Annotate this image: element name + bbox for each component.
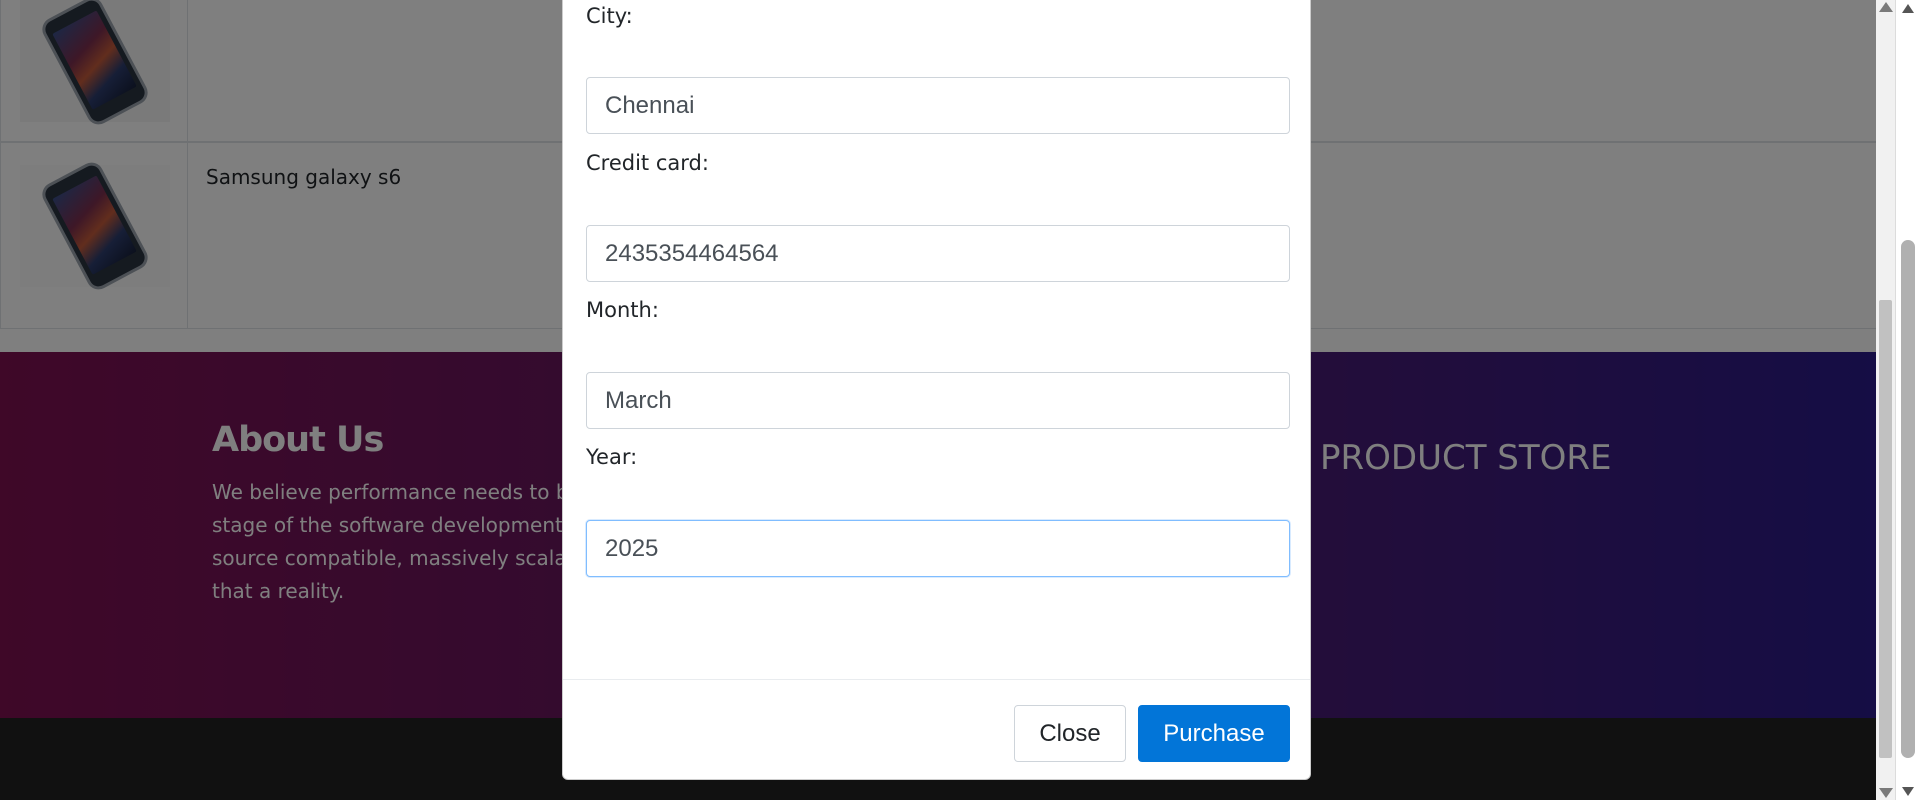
credit-card-input[interactable] [586,225,1290,282]
year-label: Year: [586,445,638,469]
year-input[interactable] [586,520,1290,577]
scroll-down-arrow-icon[interactable] [1902,787,1914,796]
close-button[interactable]: Close [1014,705,1126,762]
purchase-button[interactable]: Purchase [1138,705,1290,762]
window-scrollbar[interactable] [1896,0,1920,800]
city-label: City: [586,4,633,28]
month-input[interactable] [586,372,1290,429]
window-scrollbar-thumb[interactable] [1901,240,1915,758]
month-label: Month: [586,298,659,322]
scroll-down-arrow-icon[interactable] [1879,788,1893,798]
credit-card-label: Credit card: [586,151,709,175]
scroll-up-arrow-icon[interactable] [1879,2,1893,12]
city-input[interactable] [586,77,1290,134]
page-scrollbar[interactable] [1876,0,1920,800]
scrollbar-track[interactable] [1876,0,1896,800]
place-order-modal: City: Credit card: Month: Year: Close Pu… [562,0,1311,780]
scroll-up-arrow-icon[interactable] [1902,4,1914,13]
modal-footer: Close Purchase [563,679,1310,779]
scrollbar-thumb[interactable] [1879,300,1892,758]
